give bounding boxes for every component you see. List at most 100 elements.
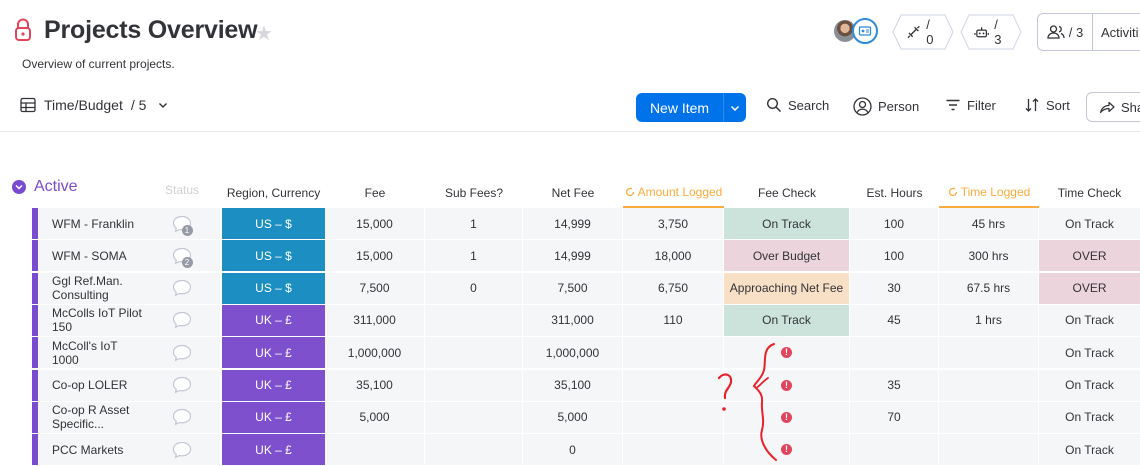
fee-cell[interactable]: 1,000,000 [325, 337, 424, 369]
time-check-cell[interactable]: On Track [1039, 434, 1140, 466]
est-hours-cell[interactable] [850, 337, 938, 369]
time-logged-cell[interactable] [939, 434, 1038, 466]
integrations-button[interactable]: / 0 [892, 14, 954, 50]
amount-logged-cell[interactable]: 110 [623, 304, 723, 336]
time-check-cell[interactable]: On Track [1039, 337, 1140, 369]
item-name[interactable]: WFM - SOMA [38, 240, 143, 272]
est-hours-cell[interactable]: 45 [850, 304, 938, 336]
chat-bubble-icon[interactable] [172, 344, 192, 362]
fee-check-cell[interactable]: On Track [724, 304, 849, 336]
net-fee-cell[interactable]: 7,500 [523, 272, 622, 304]
region-cell[interactable]: UK – £ [222, 337, 325, 369]
sort-button[interactable]: Sort [1024, 97, 1070, 113]
fee-check-cell[interactable]: On Track [724, 208, 849, 239]
item-name[interactable]: McColls IoT Pilot 150 [38, 304, 143, 336]
column-header-est-hours[interactable]: Est. Hours [850, 177, 939, 208]
table-row[interactable]: McColl's IoT 1000Fina UK – £1,000,0001,0… [0, 337, 1140, 369]
chat-bubble-icon[interactable] [172, 279, 192, 297]
fee-cell[interactable]: 5,000 [325, 401, 424, 433]
page-description[interactable]: Overview of current projects. [22, 57, 175, 71]
fee-check-cell[interactable]: ! [724, 434, 849, 466]
column-header-time-check[interactable]: Time Check [1039, 177, 1140, 208]
region-cell[interactable]: UK – £ [222, 401, 325, 433]
est-hours-cell[interactable]: 35 [850, 369, 938, 401]
time-check-cell[interactable]: On Track [1039, 304, 1140, 336]
column-header-time-logged[interactable]: Time Logged [939, 177, 1039, 208]
est-hours-cell[interactable] [850, 434, 938, 466]
fee-check-cell[interactable]: ! [724, 369, 849, 401]
table-row[interactable]: Co-op LOLER UK – £35,100 35,100 35! On Trac… [0, 369, 1140, 402]
item-name[interactable]: Co-op R Asset Specific... [38, 401, 143, 433]
time-check-cell[interactable]: On Track [1039, 208, 1140, 239]
column-header-net-fee[interactable]: Net Fee [523, 177, 623, 208]
est-hours-cell[interactable]: 30 [850, 272, 938, 304]
net-fee-cell[interactable]: 1,000,000 [523, 337, 622, 369]
est-hours-cell[interactable]: 70 [850, 401, 938, 433]
fee-cell[interactable]: 15,000 [325, 208, 424, 239]
amount-logged-cell[interactable]: 6,750 [623, 272, 723, 304]
favorite-star-icon[interactable]: ★ [255, 21, 273, 46]
chat-bubble-icon[interactable] [172, 408, 192, 426]
table-row[interactable]: Ggl Ref.Man. Consulting US – $7,500 0 7,50… [0, 272, 1140, 305]
region-cell[interactable]: US – $ [222, 208, 325, 239]
new-item-dropdown[interactable] [723, 93, 746, 122]
net-fee-cell[interactable]: 14,999 [523, 208, 622, 239]
chat-bubble-icon[interactable]: 1 [172, 215, 193, 236]
column-header-amount-logged[interactable]: Amount Logged [623, 177, 724, 208]
new-item-button[interactable]: New Item [636, 93, 746, 122]
members-button[interactable]: / 3 [1037, 13, 1093, 51]
updates-cell[interactable] [143, 401, 220, 433]
time-logged-cell[interactable] [939, 369, 1038, 401]
time-logged-cell[interactable] [939, 401, 1038, 433]
chat-bubble-icon[interactable] [172, 376, 192, 394]
fee-cell[interactable] [325, 434, 424, 466]
amount-logged-cell[interactable] [623, 434, 723, 466]
fee-check-cell[interactable]: Over Budget [724, 240, 849, 272]
amount-logged-cell[interactable] [623, 337, 723, 369]
time-check-cell[interactable]: On Track [1039, 369, 1140, 401]
table-row[interactable]: Co-op R Asset Specific... UK – £5,000 5,0… [0, 401, 1140, 434]
person-filter-button[interactable]: Person [853, 97, 919, 116]
amount-logged-cell[interactable] [623, 369, 723, 401]
net-fee-cell[interactable]: 311,000 [523, 304, 622, 336]
updates-cell[interactable]: Wor 1 [143, 208, 324, 239]
est-hours-cell[interactable]: 100 [850, 208, 938, 239]
time-logged-cell[interactable]: 300 hrs [939, 240, 1038, 272]
sub-fees-cell[interactable] [425, 434, 522, 466]
time-logged-cell[interactable]: 1 hrs [939, 304, 1038, 336]
item-name[interactable]: McColl's IoT 1000 [38, 337, 143, 369]
region-cell[interactable]: UK – £ [222, 304, 325, 336]
table-row[interactable]: WFM - SOMAWor 2US – $15,000114,99918,000… [0, 240, 1140, 272]
time-logged-cell[interactable]: 45 hrs [939, 208, 1038, 239]
guest-avatar-icon[interactable] [852, 18, 878, 44]
updates-cell[interactable]: Fina [143, 337, 325, 369]
net-fee-cell[interactable]: 5,000 [523, 401, 622, 433]
column-header-region[interactable]: Region, Currency [222, 177, 325, 208]
group-header[interactable]: Active [12, 178, 78, 196]
fee-check-cell[interactable]: ! [724, 401, 849, 433]
table-row[interactable]: WFM - FranklinWor 1US – $15,000114,9993,… [0, 208, 1140, 240]
fee-cell[interactable]: 311,000 [325, 304, 424, 336]
region-cell[interactable]: US – $ [222, 272, 325, 304]
fee-check-cell[interactable]: ! [724, 337, 849, 369]
chat-bubble-icon[interactable] [172, 311, 192, 329]
activity-button[interactable]: Activiti [1092, 13, 1140, 51]
sub-fees-cell[interactable] [425, 401, 522, 433]
updates-cell[interactable] [143, 304, 220, 336]
net-fee-cell[interactable]: 35,100 [523, 369, 622, 401]
item-name[interactable]: Ggl Ref.Man. Consulting [38, 272, 143, 304]
amount-logged-cell[interactable] [623, 401, 723, 433]
fee-cell[interactable]: 35,100 [325, 369, 424, 401]
sub-fees-cell[interactable]: 0 [425, 272, 522, 304]
item-name[interactable]: WFM - Franklin [38, 208, 143, 239]
time-logged-cell[interactable] [939, 337, 1038, 369]
item-name[interactable]: PCC Markets [38, 434, 143, 466]
region-cell[interactable]: UK – £ [222, 434, 325, 466]
filter-button[interactable]: Filter [945, 97, 996, 113]
time-check-cell[interactable]: OVER [1039, 272, 1140, 304]
group-collapse-icon[interactable] [12, 180, 26, 194]
sub-fees-cell[interactable]: 1 [425, 240, 522, 272]
net-fee-cell[interactable]: 0 [523, 434, 622, 466]
updates-cell[interactable] [143, 272, 220, 304]
page-title[interactable]: Projects Overview [44, 16, 258, 45]
